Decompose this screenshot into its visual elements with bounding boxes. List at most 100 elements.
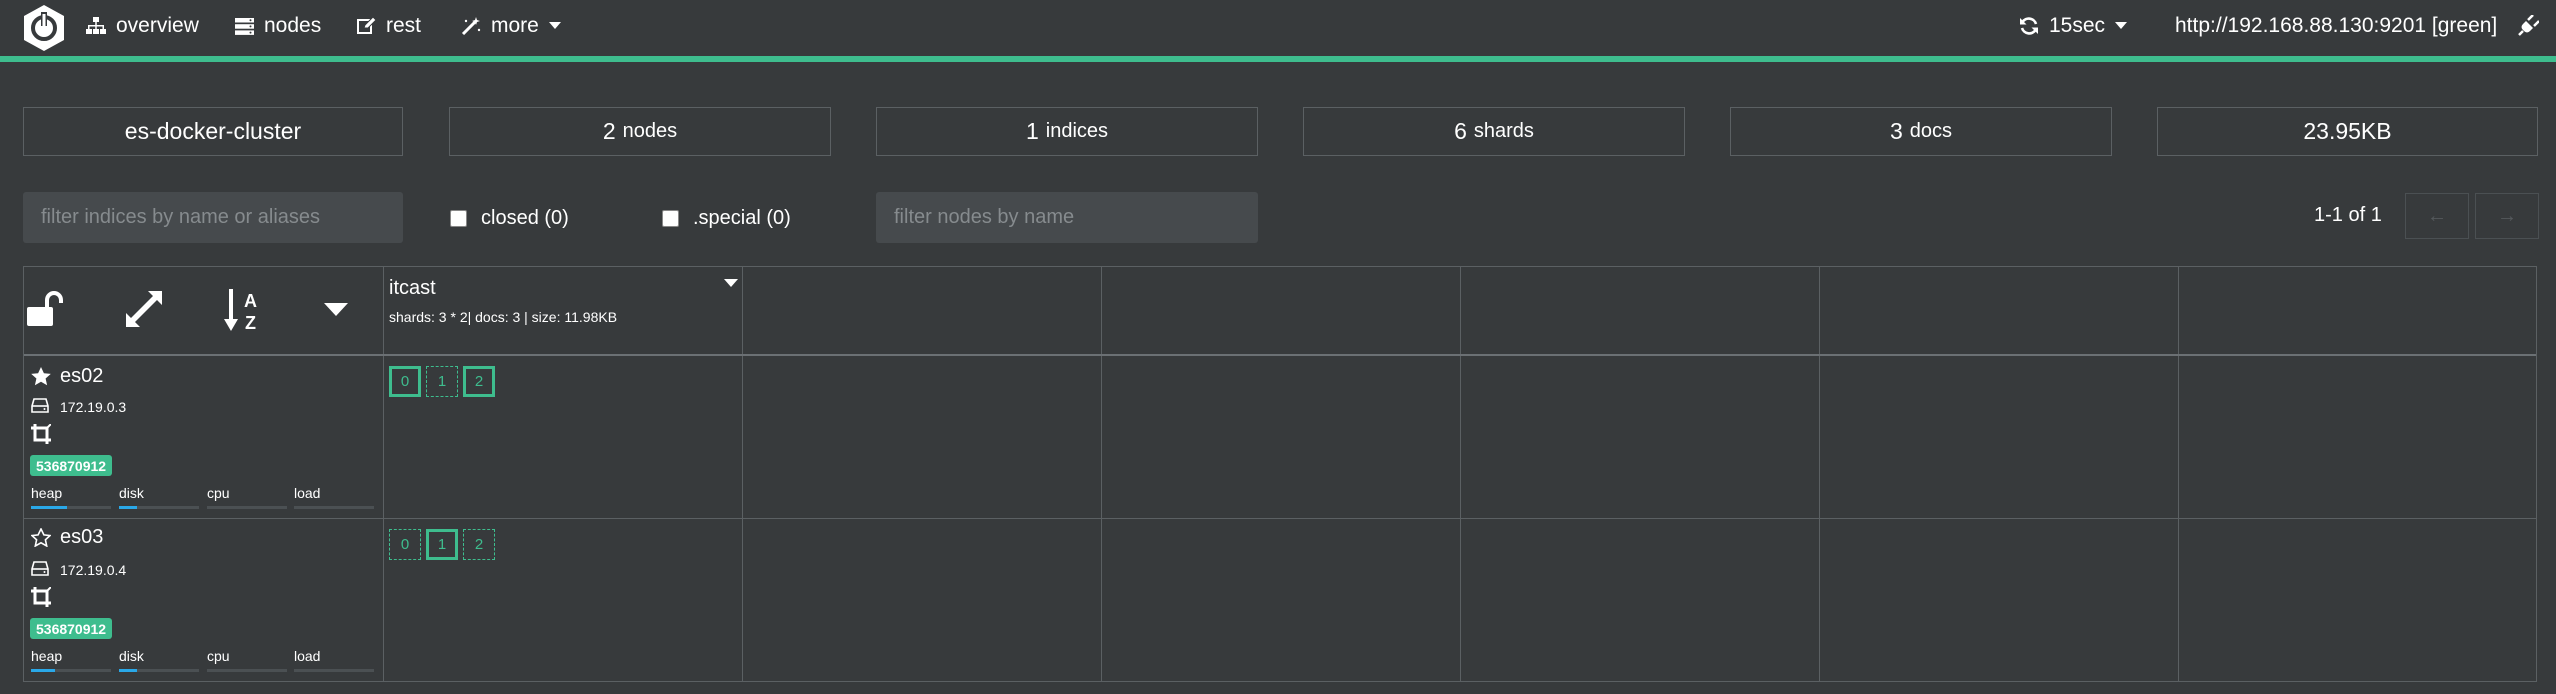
- nav-overview[interactable]: overview: [86, 0, 199, 52]
- closed-checkbox-label: closed (0): [481, 206, 569, 229]
- metric-cpu-bar: [207, 506, 287, 509]
- crop-icon[interactable]: [31, 587, 51, 607]
- nav-rest-label: rest: [386, 14, 422, 37]
- shard-box[interactable]: 1: [426, 529, 458, 560]
- shard-label: 1: [437, 536, 447, 553]
- metric-cpu-label: cpu: [207, 485, 230, 501]
- shard-label: 2: [474, 536, 484, 553]
- star-outline-icon: [31, 528, 51, 547]
- shards-count: 6: [1454, 118, 1467, 144]
- metric-disk-bar: [119, 669, 199, 672]
- metric-cpu-label: cpu: [207, 648, 230, 664]
- cluster-url-label: http://192.168.88.130:9201 [green]: [2175, 14, 2498, 37]
- metric-heap-fill: [31, 506, 67, 509]
- node-ip: 172.19.0.4: [60, 562, 127, 578]
- metric-heap-label: heap: [31, 485, 63, 501]
- node-row-es03: es03 172.19.0.4 536870912 heap disk cpu …: [24, 519, 384, 681]
- grid-divider: [1460, 267, 1461, 681]
- master-star-icon: [31, 367, 51, 386]
- expand-icon[interactable]: [126, 291, 162, 327]
- nav-nodes[interactable]: nodes: [235, 0, 321, 52]
- plug-icon: [2518, 15, 2539, 36]
- stat-indices: 1 indices: [876, 107, 1258, 156]
- filter-nodes-input[interactable]: [876, 192, 1258, 243]
- chevron-down-icon: [548, 22, 561, 29]
- caret-down-icon[interactable]: [324, 303, 348, 317]
- nodes-count: 2: [602, 118, 616, 144]
- arrow-left-icon: ←: [2427, 204, 2447, 227]
- index-name[interactable]: itcast: [389, 277, 436, 300]
- nav-more-dropdown[interactable]: more: [461, 0, 561, 52]
- node-name[interactable]: es03: [60, 526, 103, 549]
- node-name[interactable]: es02: [60, 365, 103, 388]
- total-size: 23.95KB: [2303, 118, 2392, 144]
- svg-text:A: A: [244, 291, 257, 311]
- nav-overview-label: overview: [116, 14, 199, 37]
- closed-checkbox-box[interactable]: [450, 209, 467, 227]
- docs-count: 3: [1889, 118, 1903, 144]
- crop-icon[interactable]: [31, 424, 51, 444]
- index-menu-caret-icon[interactable]: [724, 279, 738, 288]
- node-ip: 172.19.0.3: [60, 399, 127, 415]
- pager-prev-button[interactable]: ←: [2405, 193, 2469, 239]
- cluster-overview-grid: A Z itcast shards: 3 * 2| docs: 3 | size…: [23, 266, 2537, 682]
- refresh-interval-dropdown[interactable]: 15sec: [2019, 0, 2128, 52]
- metric-load-bar: [294, 669, 374, 672]
- stat-cluster-name: es-docker-cluster: [23, 107, 403, 156]
- metric-cpu-bar: [207, 669, 287, 672]
- shard-box[interactable]: 0: [389, 366, 421, 397]
- shard-box[interactable]: 2: [463, 366, 495, 397]
- stat-docs: 3 docs: [1730, 107, 2112, 156]
- chevron-down-icon: [2115, 22, 2128, 29]
- filter-indices-input[interactable]: [23, 192, 403, 243]
- hdd-icon: [31, 561, 49, 576]
- pager-next-button[interactable]: →: [2475, 193, 2539, 239]
- elasticsearch-head-logo-icon[interactable]: [20, 3, 68, 53]
- disconnect-button[interactable]: [2517, 0, 2549, 52]
- shard-label: 0: [400, 536, 410, 553]
- index-meta: shards: 3 * 2| docs: 3 | size: 11.98KB: [389, 309, 618, 325]
- shard-box[interactable]: 1: [426, 366, 458, 397]
- sitemap-icon: [86, 17, 106, 34]
- server-icon: [235, 17, 254, 35]
- metric-heap-bar: [31, 506, 111, 509]
- arrow-right-icon: →: [2497, 204, 2517, 227]
- metric-heap-bar: [31, 669, 111, 672]
- nav-more-label: more: [491, 14, 539, 37]
- cluster-connection-url[interactable]: http://192.168.88.130:9201 [green]: [2175, 0, 2497, 52]
- indices-count-label: indices: [1045, 120, 1109, 142]
- node-badge: 536870912: [30, 618, 113, 639]
- metric-load-bar: [294, 506, 374, 509]
- grid-row-divider: [24, 518, 2536, 519]
- grid-divider: [742, 267, 743, 681]
- shard-box[interactable]: 0: [389, 529, 421, 560]
- unlock-icon[interactable]: [27, 291, 65, 327]
- metric-disk-label: disk: [119, 648, 144, 664]
- special-checkbox-box[interactable]: [662, 209, 679, 227]
- shard-label: 1: [437, 373, 447, 390]
- top-navbar: overview nodes rest more 15sec http://19…: [0, 0, 2556, 55]
- closed-indices-checkbox[interactable]: closed (0): [450, 205, 569, 231]
- nav-rest[interactable]: rest: [357, 0, 421, 52]
- refresh-icon: [2020, 17, 2038, 35]
- shards-count-label: shards: [1473, 120, 1534, 142]
- metric-heap-label: heap: [31, 648, 63, 664]
- metric-disk-bar: [119, 506, 199, 509]
- metric-disk-label: disk: [119, 485, 144, 501]
- metric-load-label: load: [294, 485, 321, 501]
- magic-wand-icon: [461, 17, 481, 35]
- shard-label: 0: [400, 373, 410, 390]
- stat-shards: 6 shards: [1303, 107, 1685, 156]
- refresh-interval-label: 15sec: [2049, 14, 2106, 37]
- grid-header-divider: [24, 354, 2536, 356]
- pager-status: 1-1 of 1: [2314, 204, 2382, 226]
- stat-nodes: 2 nodes: [449, 107, 831, 156]
- shard-box[interactable]: 2: [463, 529, 495, 560]
- sort-alpha-icon[interactable]: A Z: [224, 289, 264, 333]
- special-indices-checkbox[interactable]: .special (0): [662, 205, 791, 231]
- metric-load-label: load: [294, 648, 321, 664]
- cluster-name: es-docker-cluster: [124, 118, 302, 144]
- node-row-es02: es02 172.19.0.3 536870912 heap disk cpu …: [24, 356, 384, 518]
- indices-count: 1: [1025, 118, 1039, 144]
- stat-size: 23.95KB: [2157, 107, 2538, 156]
